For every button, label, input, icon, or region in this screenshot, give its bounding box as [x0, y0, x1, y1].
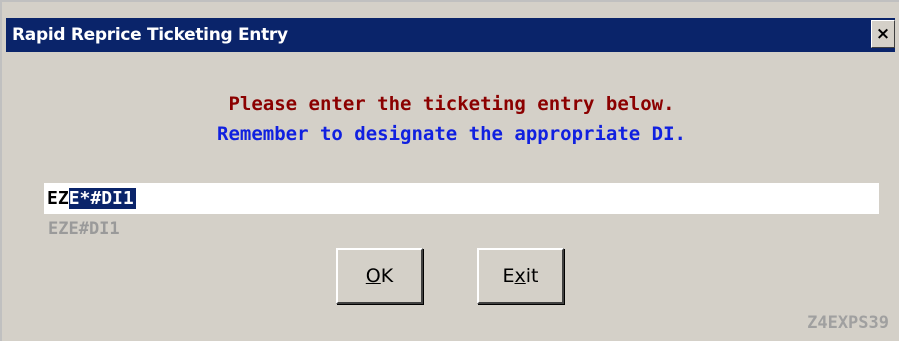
ticketing-entry-input[interactable]: EZE*#DI1 [44, 183, 879, 214]
title-bar[interactable]: Rapid Reprice Ticketing Entry × [6, 18, 895, 52]
entry-text-selected: E*#DI1 [68, 188, 136, 209]
ok-button[interactable]: OK [336, 248, 423, 304]
ok-label-rest: K [380, 265, 394, 287]
ok-mnemonic: O [365, 265, 381, 287]
exit-button[interactable]: Exit [477, 248, 564, 304]
close-icon: × [875, 24, 891, 44]
dialog-window: Rapid Reprice Ticketing Entry × Please e… [0, 0, 899, 341]
instruction-message: Please enter the ticketing entry below. [228, 93, 675, 115]
exit-label-rest: it [525, 265, 539, 287]
screen-code: Z4EXPS39 [807, 313, 889, 333]
di-reminder-message: Remember to designate the appropriate DI… [217, 123, 686, 145]
close-button[interactable]: × [871, 20, 895, 48]
exit-mnemonic: x [514, 265, 526, 287]
entry-text-prefix: EZ [47, 188, 69, 209]
exit-label-first: E [502, 265, 515, 287]
window-title: Rapid Reprice Ticketing Entry [12, 25, 288, 45]
previous-entry-text: EZE#DI1 [48, 219, 120, 239]
